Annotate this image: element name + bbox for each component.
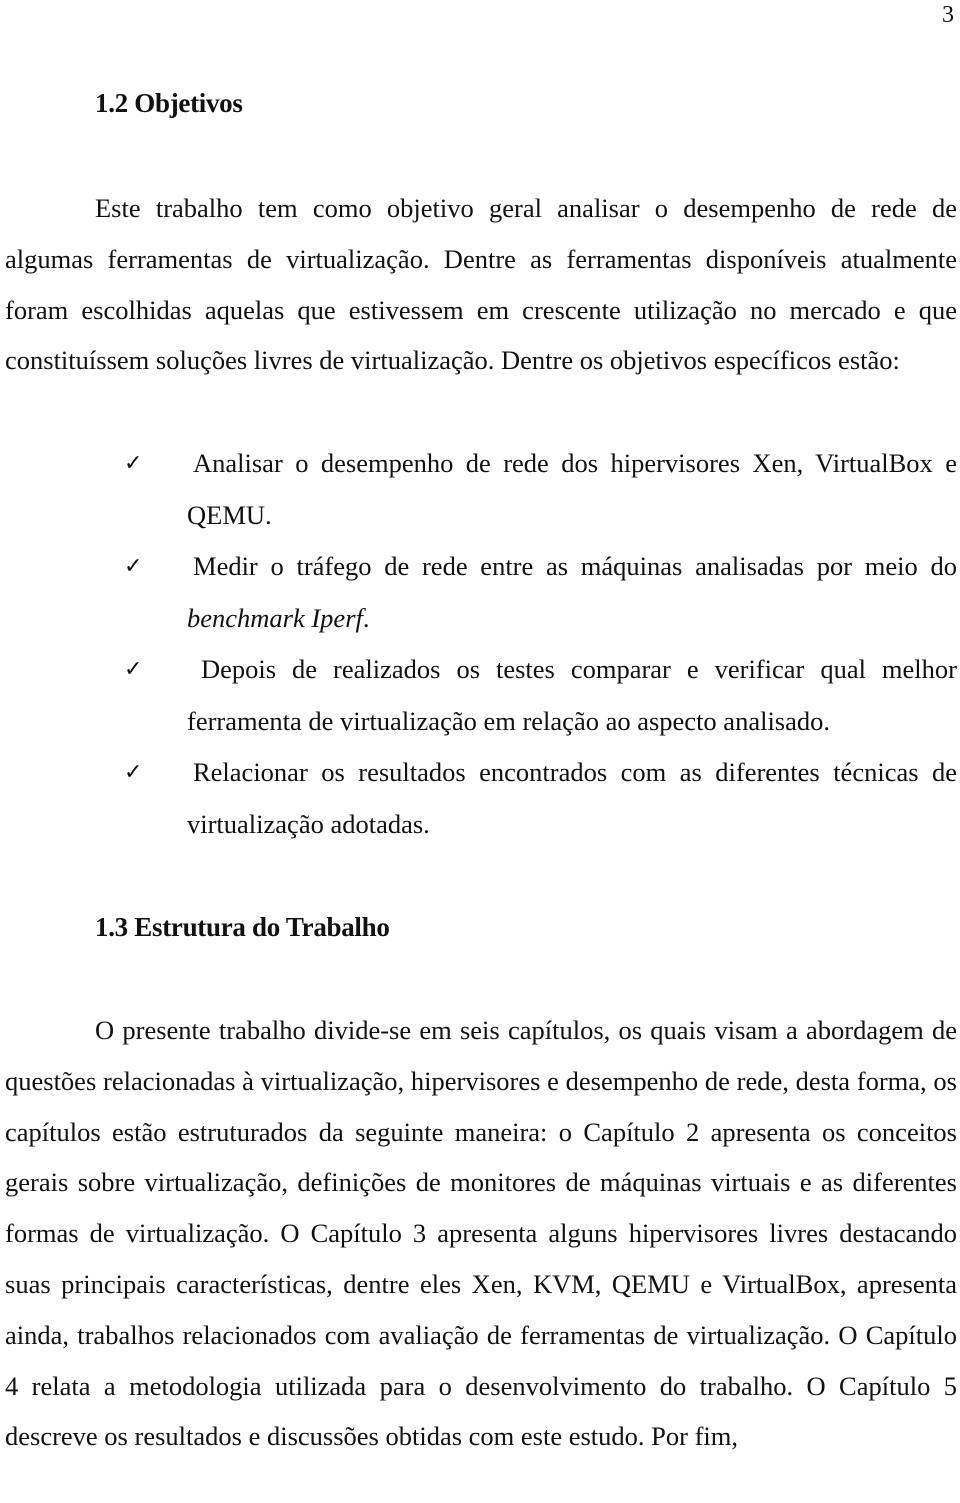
list-item-text: Relacionar os resultados encontrados com…	[187, 757, 957, 839]
section-heading-estrutura: 1.3 Estrutura do Trabalho	[95, 912, 390, 942]
checkmark-icon: ✓	[124, 657, 143, 682]
list-item: ✓ Medir o tráfego de rede entre as máqui…	[0, 541, 957, 644]
objectives-list: ✓ Analisar o desempenho de rede dos hipe…	[0, 438, 960, 850]
list-item: ✓ Depois de realizados os testes compara…	[0, 644, 957, 747]
list-item-text-italic: benchmark Iperf	[187, 602, 363, 633]
checkmark-icon: ✓	[124, 554, 143, 579]
list-item: ✓ Relacionar os resultados encontrados c…	[0, 747, 957, 850]
list-item-text: Medir o tráfego de rede entre as máquina…	[187, 551, 957, 633]
list-item-text: Depois de realizados os testes comparar …	[187, 654, 957, 736]
section-heading-objetivos: 1.2 Objetivos	[95, 88, 243, 118]
paragraph-estrutura: O presente trabalho divide-se em seis ca…	[5, 1015, 957, 1452]
list-item: ✓ Analisar o desempenho de rede dos hipe…	[0, 438, 957, 541]
list-item-text-regular: Medir o tráfego de rede entre as máquina…	[193, 551, 957, 581]
list-item-text-end: .	[362, 602, 370, 633]
paragraph-objetivos: Este trabalho tem como objetivo geral an…	[5, 193, 957, 376]
page-number: 3	[942, 2, 954, 28]
list-item-text: Analisar o desempenho de rede dos hiperv…	[187, 448, 957, 530]
checkmark-icon: ✓	[124, 760, 143, 785]
checkmark-icon: ✓	[124, 451, 143, 476]
